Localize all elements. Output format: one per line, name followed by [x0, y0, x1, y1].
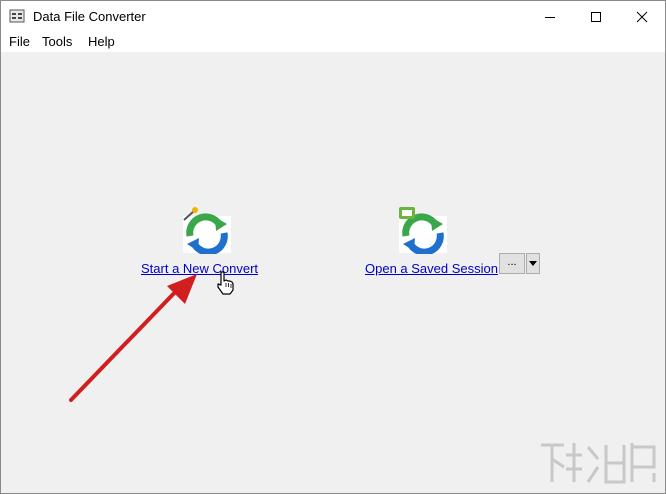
dropdown-arrow-icon: [529, 261, 537, 266]
hand-pointer-icon: [217, 271, 234, 295]
main-area: Start a New Convert Open a Saved Session…: [1, 52, 665, 493]
menu-help[interactable]: Help: [88, 34, 115, 49]
window-title: Data File Converter: [33, 9, 146, 24]
browse-session-button[interactable]: ...: [499, 253, 525, 274]
menu-bar: File Tools Help: [1, 32, 665, 52]
watermark-logo-icon: [541, 443, 656, 484]
annotation-arrow-icon: [69, 274, 197, 402]
minimize-icon: [545, 16, 555, 18]
minimize-button[interactable]: [527, 1, 573, 32]
close-icon: [636, 11, 648, 22]
close-button[interactable]: [619, 1, 665, 32]
session-dropdown-button[interactable]: [526, 253, 540, 274]
open-saved-session-link[interactable]: Open a Saved Session: [365, 261, 498, 276]
app-icon: [9, 9, 25, 23]
refresh-with-wand-icon[interactable]: [181, 206, 233, 254]
refresh-with-folder-icon[interactable]: [397, 206, 449, 254]
menu-file[interactable]: File: [9, 34, 30, 49]
maximize-icon: [591, 11, 601, 22]
title-bar[interactable]: Data File Converter: [1, 1, 665, 32]
menu-tools[interactable]: Tools: [42, 34, 72, 49]
maximize-button[interactable]: [573, 1, 619, 32]
app-window: Data File Converter File Tools Help Star…: [0, 0, 666, 494]
